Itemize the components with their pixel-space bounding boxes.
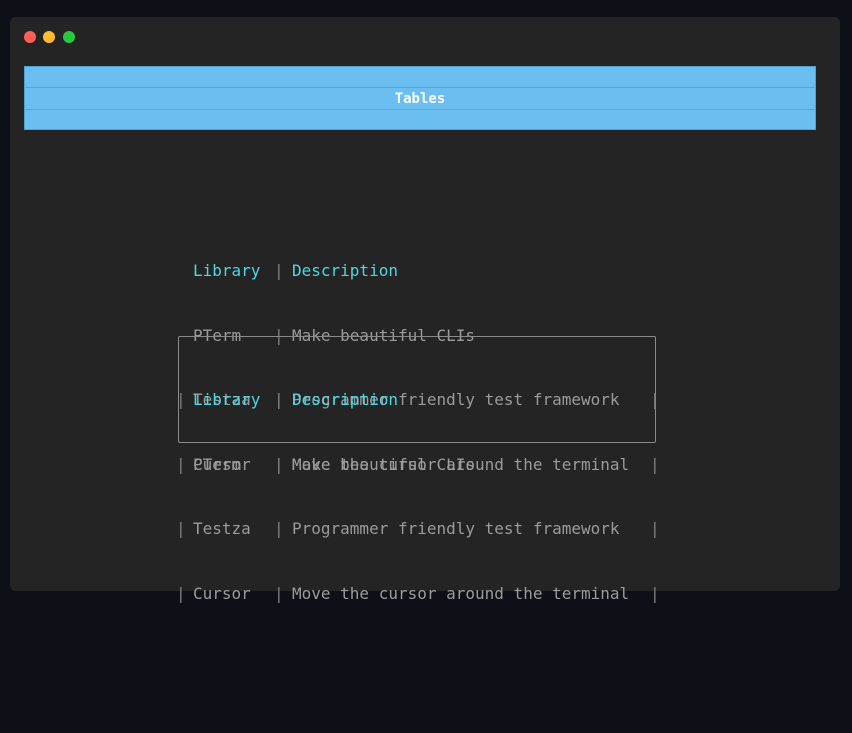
- box-right-edge: |: [650, 390, 660, 409]
- cell-library: Cursor: [193, 583, 251, 603]
- column-header-description: Description: [292, 390, 398, 409]
- cell-description: Move the cursor around the terminal: [292, 583, 630, 603]
- box-left-edge: |: [176, 390, 186, 409]
- section-header: Tables: [24, 66, 816, 130]
- header-divider: [25, 87, 815, 88]
- cell-library: Testza: [193, 519, 251, 538]
- terminal-window: Tables Library | Description PTerm | Mak…: [10, 17, 840, 603]
- column-separator: |: [274, 390, 284, 409]
- boxed-table: | Library | Description | | PTerm | Make…: [176, 346, 660, 647]
- box-right-edge: |: [650, 583, 660, 603]
- box-right-edge: |: [650, 519, 660, 538]
- table-row: | Cursor | Move the cursor around the te…: [176, 583, 660, 605]
- box-right-edge: |: [650, 454, 660, 474]
- column-separator: |: [274, 261, 284, 280]
- header-divider: [25, 109, 815, 110]
- column-header-library: Library: [193, 390, 261, 409]
- cell-description: Make beautiful CLIs: [292, 454, 476, 474]
- table-header-row: | Library | Description |: [176, 389, 660, 411]
- box-left-edge: |: [176, 583, 186, 603]
- close-window-button[interactable]: [24, 31, 36, 43]
- column-separator: |: [274, 519, 284, 538]
- maximize-window-button[interactable]: [63, 31, 75, 43]
- box-left-edge: |: [176, 454, 186, 474]
- table-row: | Testza | Programmer friendly test fram…: [176, 518, 660, 540]
- column-separator: |: [274, 583, 284, 603]
- box-left-edge: |: [176, 519, 186, 538]
- column-separator: |: [274, 454, 284, 474]
- column-header-description: Description: [292, 261, 398, 280]
- table-header-row: Library | Description: [193, 260, 398, 282]
- cell-description: Programmer friendly test framework: [292, 519, 620, 538]
- minimize-window-button[interactable]: [43, 31, 55, 43]
- section-title: Tables: [394, 91, 446, 107]
- column-header-library: Library: [193, 261, 261, 280]
- cell-library: PTerm: [193, 454, 242, 474]
- table-row: | PTerm | Make beautiful CLIs |: [176, 454, 660, 476]
